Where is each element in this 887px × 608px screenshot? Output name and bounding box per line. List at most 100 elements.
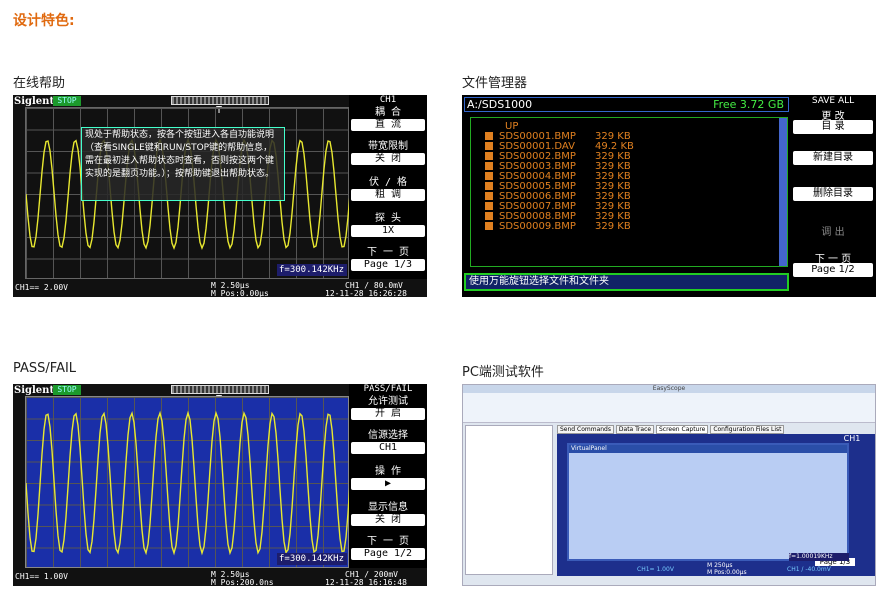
menu-next-page[interactable]: 下 一 页 Page 1/3 (349, 247, 427, 271)
page-indicator[interactable]: Page 1/2 (793, 263, 873, 277)
hint-bar: 使用万能旋钮选择文件和文件夹 (464, 273, 789, 291)
datetime: 12-11-28 16:26:28 (325, 289, 407, 297)
menu-source[interactable]: 信源选择 CH1 (349, 430, 427, 454)
h-position: M Pos:0.00μs (211, 289, 269, 297)
run-state-badge: STOP (53, 385, 81, 395)
menu-label: 下 一 页 (366, 536, 410, 547)
file-list[interactable]: UP SDS00001.BMP 329 KB SDS00001.DAV 49.2 KB… (470, 117, 788, 267)
directory-button[interactable]: 目 录 (793, 120, 873, 134)
file-size: 329 KB (595, 221, 631, 232)
menu-label: 操 作 (374, 466, 402, 477)
recall-button[interactable]: 调 出 (790, 223, 876, 238)
file-icon (485, 132, 493, 140)
menu-volts-div[interactable]: 伏 / 格粗 调 (349, 177, 427, 201)
menu-value: 关 闭 (351, 514, 425, 526)
menu-label: 探 头 (374, 213, 402, 224)
brand-logo: Siglent (14, 385, 55, 396)
file-icon (485, 222, 493, 230)
frequency-readout: f=300.142KHz (277, 264, 347, 276)
ch1-scale: CH1== 1.00V (15, 572, 68, 581)
virtual-panel-window[interactable]: VirtualPanel f=1.00019KHz (567, 443, 849, 561)
ch1-scale: CH1== 2.00V (15, 283, 68, 292)
menu-label: 显示信息 (368, 502, 408, 513)
passfail-scope-screenshot: Siglent STOP T PASS/FAIL 允许测试开 启 信源选择CH1… (13, 384, 427, 586)
memory-bar (171, 385, 269, 394)
menu-label: 耦 合 (374, 107, 402, 118)
tab-screen-capture[interactable]: Screen Capture (655, 425, 709, 434)
menu-value: ▶ (351, 478, 425, 490)
help-scope-screenshot: Siglent STOP T 现处于帮助状态，按各个按钮进入各自功能说明（查看S… (13, 95, 427, 297)
trigger-level: CH1 / -40.0mV (787, 566, 831, 573)
help-popup: 现处于帮助状态，按各个按钮进入各自功能说明（查看SINGLE键和RUN/STOP… (81, 127, 285, 201)
file-icon (485, 142, 493, 150)
softkey-menu: PASS/FAIL 允许测试开 启 信源选择 CH1 操 作 ▶ 显示信息关 闭 下… (349, 384, 427, 568)
path-bar: A:/SDS1000 Free 3.72 GB (464, 97, 789, 112)
file-icon (485, 162, 493, 170)
datetime: 12-11-28 16:16:48 (325, 578, 407, 586)
menu-header: SAVE ALL (811, 96, 855, 106)
menu-probe[interactable]: 探 头 1X (349, 213, 427, 237)
file-icon (485, 212, 493, 220)
menu-label: 信源选择 (368, 430, 408, 441)
status-bar: CH1== 1.00V M 2.50μs M Pos:200.0ns CH1 /… (13, 570, 427, 586)
menu-label: 伏 / 格 (368, 177, 408, 188)
brand-logo: Siglent (14, 96, 55, 107)
run-state-badge: STOP (53, 96, 81, 106)
h-position: M Pos:0.00μs (707, 569, 747, 576)
new-dir-button[interactable]: 新建目录 (793, 151, 873, 165)
left-tree-panel[interactable] (465, 425, 553, 575)
menu-label: 允许测试 (368, 396, 408, 407)
page-title: 设计特色: (13, 13, 75, 29)
menu-msg-display[interactable]: 显示信息关 闭 (349, 502, 427, 526)
timebase: M 250μs (707, 562, 733, 569)
current-path: A:/SDS1000 (467, 98, 533, 111)
status-bar: CH1== 2.00V M 2.50μs M Pos:0.00μs CH1 / … (13, 281, 427, 297)
menu-bw-limit[interactable]: 带宽限制关 闭 (349, 141, 427, 165)
caption-help: 在线帮助 (13, 76, 66, 91)
menu-coupling[interactable]: 耦 合直 流 (349, 107, 427, 131)
menu-enable-test[interactable]: 允许测试开 启 (349, 396, 427, 420)
file-icon (485, 172, 493, 180)
menu-value: 1X (351, 225, 425, 237)
virtual-panel-title: VirtualPanel (569, 445, 847, 453)
softkey-menu: CH1 耦 合直 流 带宽限制关 闭 伏 / 格粗 调 探 头 1X 下 一 页P… (349, 95, 427, 279)
menu-next-page[interactable]: 下 一 页 Page 1/2 (349, 536, 427, 560)
file-name: SDS00009.BMP (499, 221, 576, 232)
ch1-waveform (26, 410, 350, 556)
menu-value: 直 流 (351, 119, 425, 131)
pc-software-screenshot: EasyScope Send Commands Data Trace Scree… (462, 384, 876, 586)
file-icon (485, 182, 493, 190)
delete-dir-button[interactable]: 删除目录 (793, 187, 873, 201)
ch1-scale: CH1= 1.00V (637, 566, 674, 573)
caption-filemgr: 文件管理器 (462, 76, 528, 91)
tab-strip: Send Commands Data Trace Screen Capture … (557, 425, 875, 434)
memory-bar (171, 96, 269, 105)
menu-operate[interactable]: 操 作 ▶ (349, 466, 427, 490)
ribbon (463, 393, 875, 423)
file-row[interactable]: SDS00009.BMP 329 KB (485, 221, 631, 232)
tab-data-trace[interactable]: Data Trace (615, 425, 655, 434)
waveform-svg (26, 410, 350, 556)
menu-value: 开 启 (351, 408, 425, 420)
file-icon (485, 152, 493, 160)
scrollbar[interactable] (779, 118, 787, 266)
tab-config-files[interactable]: Configuration Files List (710, 425, 785, 434)
frequency-readout: f=300.142KHz (277, 553, 347, 565)
tab-send-commands[interactable]: Send Commands (557, 425, 614, 434)
waveform-grid (25, 396, 350, 568)
caption-pc: PC端测试软件 (462, 365, 544, 380)
softkey-menu: SAVE ALL 更 改 目 录 新建目录 删除目录 调 出 下 一 页 Pag… (790, 95, 876, 297)
menu-value: Page 1/2 (351, 548, 425, 560)
menu-value: Page 1/3 (351, 259, 425, 271)
free-space: Free 3.72 GB (713, 98, 784, 111)
window-title: EasyScope (463, 385, 875, 393)
menu-label: 下 一 页 (366, 247, 410, 258)
menu-label: 带宽限制 (368, 141, 408, 152)
menu-header: CH1 (379, 95, 397, 105)
caption-passfail: PASS/FAIL (13, 361, 77, 376)
file-icon (485, 202, 493, 210)
frequency-readout: f=1.00019KHz (789, 553, 849, 561)
file-icon (485, 192, 493, 200)
menu-value: 粗 调 (351, 189, 425, 201)
menu-value: 关 闭 (351, 153, 425, 165)
